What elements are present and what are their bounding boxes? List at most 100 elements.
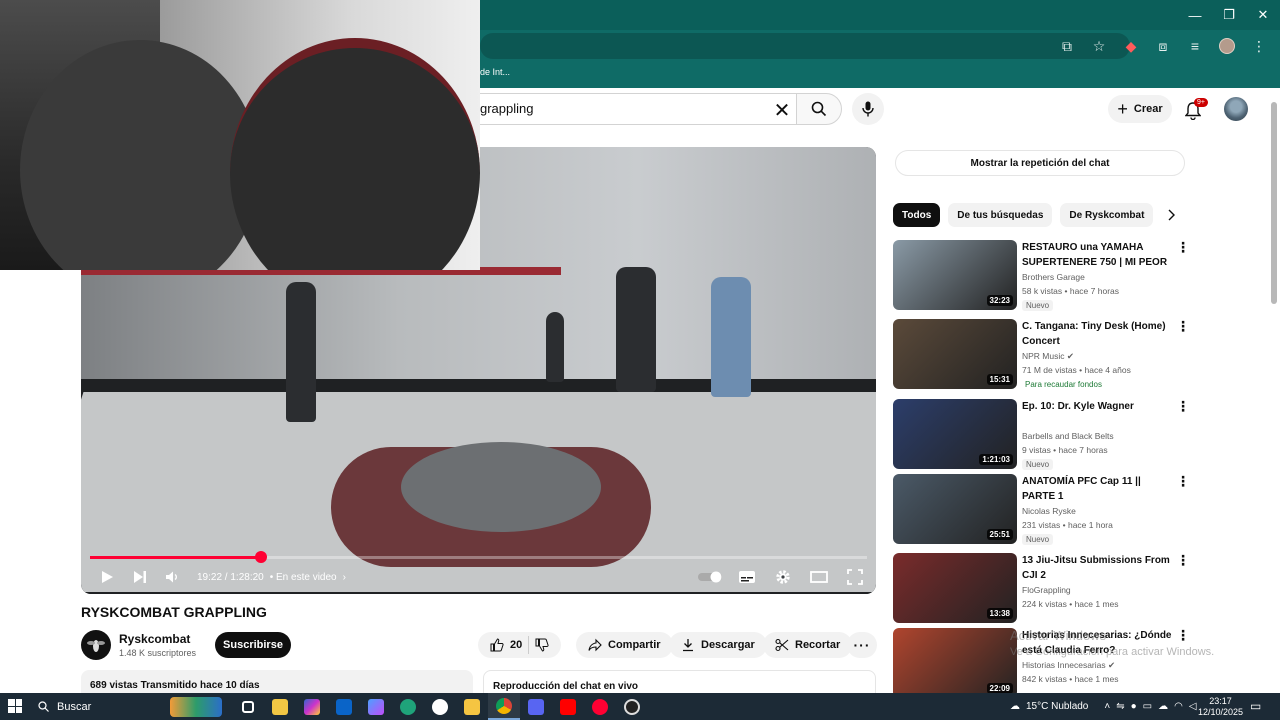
like-count[interactable]: 20 (510, 639, 522, 651)
play-button[interactable] (89, 563, 125, 591)
user-avatar[interactable] (1224, 97, 1248, 121)
cloud-icon[interactable]: ☁ (1158, 701, 1168, 712)
clip-button[interactable]: Recortar (763, 632, 853, 658)
recommended-video-channel[interactable]: Brothers Garage (1022, 272, 1085, 282)
file-explorer-icon[interactable] (456, 693, 488, 720)
video-thumbnail[interactable]: 25:51 (893, 474, 1017, 544)
recommended-video-title[interactable]: Ep. 10: Dr. Kyle Wagner (1022, 399, 1172, 414)
page-scrollbar-thumb[interactable] (1271, 102, 1277, 304)
chrome-icon[interactable] (488, 693, 520, 720)
recommended-video-title[interactable]: RESTAURO una YAMAHA SUPERTENERE 750 | MI… (1022, 240, 1172, 270)
thumbs-up-icon[interactable] (490, 638, 504, 652)
chevron-up-icon[interactable]: ˄ (1104, 701, 1110, 712)
subtitles-button[interactable] (734, 563, 760, 591)
fullscreen-button[interactable] (842, 563, 868, 591)
store-icon[interactable] (264, 693, 296, 720)
video-duration: 25:51 (986, 529, 1013, 540)
search-button[interactable] (796, 93, 842, 125)
recommended-video-channel[interactable]: FloGrappling (1022, 585, 1071, 595)
chapter-link[interactable]: • En este video (270, 572, 337, 583)
extensions-puzzle-icon[interactable]: ⧈ (1150, 33, 1176, 59)
wifi-icon[interactable]: ◠ (1174, 701, 1183, 712)
chip-all[interactable]: Todos (893, 203, 941, 227)
recommended-video-channel[interactable]: Nicolas Ryske (1022, 506, 1076, 516)
media-control-icon[interactable]: ≡ (1182, 33, 1208, 59)
maximize-button[interactable]: ❐ (1212, 0, 1246, 30)
volume-button[interactable] (155, 563, 189, 591)
more-actions-button[interactable]: ··· (847, 632, 877, 658)
theater-mode-button[interactable] (806, 563, 832, 591)
subscribe-button[interactable]: Suscribirse (215, 632, 291, 658)
recommended-video[interactable]: 15:31 C. Tangana: Tiny Desk (Home) Concer… (893, 319, 1193, 391)
recommended-video-title[interactable]: C. Tangana: Tiny Desk (Home) Concert (1022, 319, 1172, 349)
share-button[interactable]: Compartir (576, 632, 673, 658)
youtube-app-icon[interactable] (552, 693, 584, 720)
video-thumbnail[interactable]: 22:09 (893, 628, 1017, 698)
channel-avatar[interactable] (81, 630, 111, 660)
thumbs-down-icon[interactable] (535, 638, 549, 652)
autoplay-toggle[interactable] (698, 563, 724, 591)
teams-icon[interactable] (360, 693, 392, 720)
chip-from-searches[interactable]: De tus búsquedas (948, 203, 1053, 227)
recommended-video[interactable]: 13:38 13 Jiu-Jitsu Submissions From CJI 2… (893, 553, 1193, 625)
create-button[interactable]: + Crear (1108, 95, 1172, 123)
video-thumbnail[interactable]: 13:38 (893, 553, 1017, 623)
video-progress-handle[interactable] (254, 551, 267, 563)
recommended-video-channel[interactable]: Historias Innecesarias ✔ (1022, 660, 1115, 671)
bookmark-star-icon[interactable]: ☆ (1086, 33, 1112, 59)
microphone-tray-icon[interactable]: ● (1131, 701, 1137, 712)
voice-search-button[interactable] (852, 93, 884, 125)
browser-menu-icon[interactable]: ⋮ (1246, 33, 1272, 59)
profile-icon[interactable] (1214, 33, 1240, 59)
more-options-icon[interactable]: ⋮ (1176, 399, 1190, 415)
more-options-icon[interactable]: ⋮ (1176, 240, 1190, 256)
recommended-video-channel[interactable]: NPR Music ✔ (1022, 351, 1074, 362)
edge-icon[interactable] (392, 693, 424, 720)
download-button[interactable]: Descargar (669, 632, 767, 658)
chevron-right-icon[interactable]: › (343, 572, 346, 583)
chip-from-channel[interactable]: De Ryskcombat (1060, 203, 1154, 227)
more-options-icon[interactable]: ⋮ (1176, 553, 1190, 569)
taskbar-clock[interactable]: 23:17 12/10/2025 (1198, 696, 1243, 718)
search-query-text[interactable]: grappling (480, 101, 534, 116)
settings-button[interactable] (770, 563, 796, 591)
speaker-icon[interactable]: ◁ (1189, 701, 1197, 712)
usb-icon[interactable]: ⇋ (1116, 701, 1124, 712)
clear-search-icon[interactable]: ✕ (770, 98, 794, 122)
recommended-video[interactable]: 25:51 ANATOMÍA PFC Cap 11 || PARTE 1 Nicol… (893, 474, 1193, 546)
weather-text[interactable]: 15°C Nublado (1026, 701, 1088, 712)
network-icon[interactable]: ▭ (1143, 701, 1152, 712)
obs-icon[interactable] (616, 693, 648, 720)
task-view-icon[interactable] (232, 693, 264, 720)
bookmark-item[interactable]: de Int... (480, 67, 510, 77)
video-thumbnail[interactable]: 15:31 (893, 319, 1017, 389)
video-thumbnail[interactable]: 32:23 (893, 240, 1017, 310)
video-thumbnail[interactable]: 1:21:03 (893, 399, 1017, 469)
video-progress-bar[interactable] (90, 551, 867, 563)
copilot-icon[interactable] (296, 693, 328, 720)
install-app-icon[interactable]: ⧉ (1054, 33, 1080, 59)
recommended-video-title[interactable]: 13 Jiu-Jitsu Submissions From CJI 2 (1022, 553, 1172, 583)
recommended-video-title[interactable]: ANATOMÍA PFC Cap 11 || PARTE 1 (1022, 474, 1172, 504)
more-options-icon[interactable]: ⋮ (1176, 474, 1190, 490)
more-options-icon[interactable]: ⋮ (1176, 319, 1190, 335)
xbox-icon[interactable] (424, 693, 456, 720)
start-button[interactable] (8, 699, 22, 713)
address-bar[interactable] (480, 33, 1130, 59)
show-chat-replay-button[interactable]: Mostrar la repetición del chat (895, 150, 1185, 176)
notification-center-icon[interactable]: ▭ (1250, 699, 1261, 713)
channel-name[interactable]: Ryskcombat (119, 632, 190, 646)
recommended-video[interactable]: 1:21:03 Ep. 10: Dr. Kyle Wagner Barbells a… (893, 399, 1193, 471)
more-options-icon[interactable]: ⋮ (1176, 628, 1190, 644)
outlook-icon[interactable] (328, 693, 360, 720)
close-window-button[interactable]: ✕ (1246, 0, 1280, 30)
minimize-button[interactable]: — (1178, 0, 1212, 30)
youtube-music-icon[interactable] (584, 693, 616, 720)
next-button[interactable] (125, 563, 155, 591)
recommended-video[interactable]: 32:23 RESTAURO una YAMAHA SUPERTENERE 750… (893, 240, 1193, 312)
recommended-video-channel[interactable]: Barbells and Black Belts (1022, 431, 1114, 441)
weather-icon[interactable]: ☁ (1010, 701, 1020, 712)
discord-icon[interactable] (520, 693, 552, 720)
extension-icon[interactable]: ◆ (1118, 33, 1144, 59)
chips-next-button[interactable] (1162, 206, 1180, 224)
